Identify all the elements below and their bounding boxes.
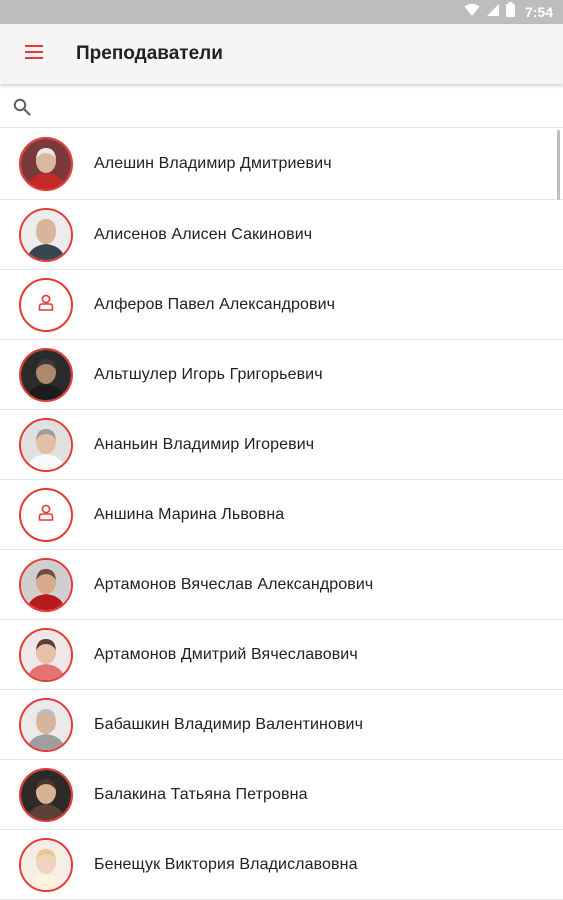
- teacher-name: Алферов Павел Александрович: [94, 295, 336, 313]
- teacher-name: Бенещук Виктория Владиславовна: [94, 855, 358, 873]
- list-item[interactable]: Бенещук Виктория Владиславовна: [0, 830, 563, 900]
- menu-button[interactable]: [0, 24, 68, 84]
- avatar: [19, 347, 73, 402]
- avatar: [19, 417, 73, 472]
- search-bar: [0, 86, 563, 128]
- avatar: [19, 767, 73, 822]
- avatar: [19, 627, 73, 682]
- app-bar: Преподаватели: [0, 24, 563, 84]
- teacher-name: Алисенов Алисен Сакинович: [94, 225, 313, 243]
- battery-icon: [505, 2, 515, 22]
- teacher-name: Балакина Татьяна Петровна: [94, 785, 308, 803]
- list-item[interactable]: Алешин Владимир Дмитриевич: [0, 129, 563, 200]
- teacher-name: Артамонов Вячеслав Александрович: [94, 575, 374, 593]
- list-item[interactable]: Альтшулер Игорь Григорьевич: [0, 340, 563, 410]
- wifi-icon: [464, 3, 480, 22]
- teacher-name: Артамонов Дмитрий Вячеславович: [94, 645, 358, 663]
- person-icon: [36, 292, 56, 317]
- teacher-list: Алешин Владимир Дмитриевич Алисенов Алисе…: [0, 129, 563, 900]
- avatar: [19, 137, 73, 191]
- avatar: [19, 557, 73, 612]
- signal-icon: [486, 3, 500, 22]
- list-item[interactable]: Алферов Павел Александрович: [0, 270, 563, 340]
- teacher-name: Альтшулер Игорь Григорьевич: [94, 365, 323, 383]
- search-icon: [11, 96, 33, 118]
- teacher-name: Аншина Марина Львовна: [94, 505, 285, 523]
- teacher-name: Ананьин Владимир Игоревич: [94, 435, 315, 453]
- list-item[interactable]: Балакина Татьяна Петровна: [0, 760, 563, 830]
- teacher-name: Алешин Владимир Дмитриевич: [94, 155, 332, 172]
- avatar-placeholder: [19, 277, 73, 332]
- list-item[interactable]: Артамонов Вячеслав Александрович: [0, 550, 563, 620]
- hamburger-menu-icon: [24, 44, 44, 64]
- page-title: Преподаватели: [76, 43, 223, 64]
- teacher-name: Бабашкин Владимир Валентинович: [94, 715, 364, 733]
- scrollbar[interactable]: [557, 130, 560, 200]
- list-item[interactable]: Алисенов Алисен Сакинович: [0, 200, 563, 270]
- avatar: [19, 207, 73, 262]
- status-bar: 7:54: [0, 0, 563, 24]
- list-item[interactable]: Ананьин Владимир Игоревич: [0, 410, 563, 480]
- avatar-placeholder: [19, 487, 73, 542]
- list-item[interactable]: Аншина Марина Львовна: [0, 480, 563, 550]
- avatar: [19, 837, 73, 892]
- list-item[interactable]: Артамонов Дмитрий Вячеславович: [0, 620, 563, 690]
- avatar: [19, 697, 73, 752]
- search-input[interactable]: [41, 86, 563, 127]
- person-icon: [36, 502, 56, 527]
- status-time: 7:54: [524, 4, 553, 20]
- list-item[interactable]: Бабашкин Владимир Валентинович: [0, 690, 563, 760]
